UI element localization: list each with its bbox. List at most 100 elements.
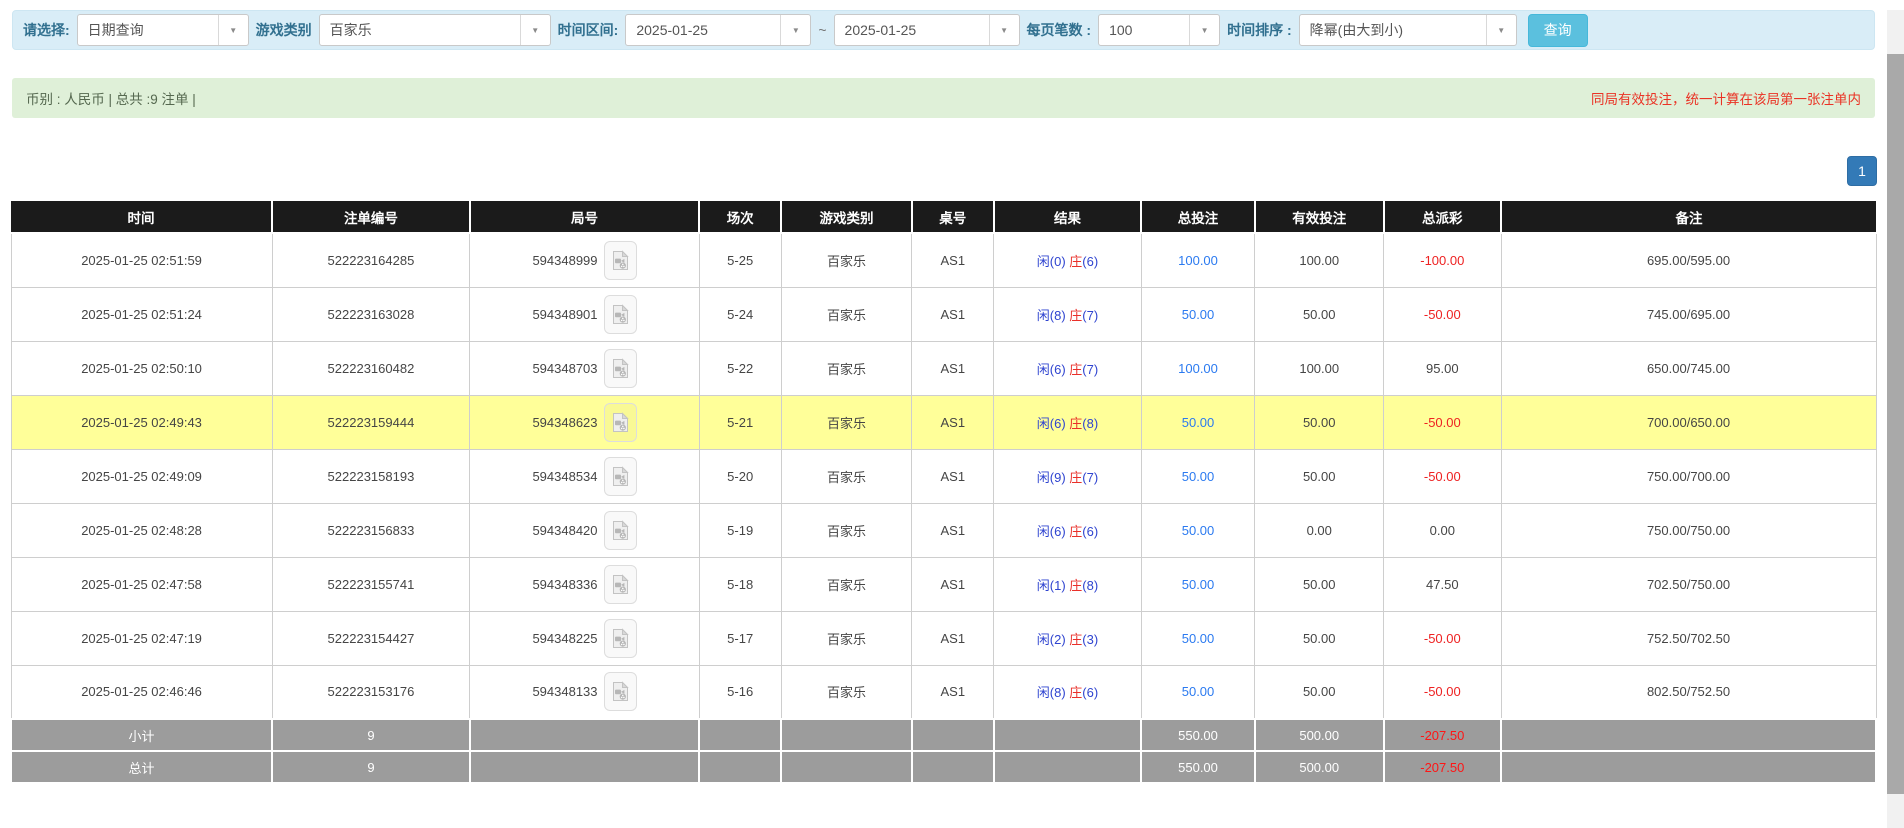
remark-cell: 745.00/695.00	[1500, 286, 1877, 342]
video-replay-button[interactable]	[603, 672, 637, 712]
remark-cell: 700.00/650.00	[1500, 394, 1877, 450]
footer-table-cell	[910, 750, 995, 784]
result-banker-points: (8)	[1082, 577, 1099, 593]
video-replay-icon	[612, 303, 629, 324]
chevron-down-icon	[1189, 15, 1219, 45]
game-category-value: 百家乐	[329, 22, 372, 38]
bet-id-cell: 522223160482	[271, 340, 471, 396]
table-id-cell: AS1	[911, 286, 995, 342]
bet-id-cell: 522223159444	[271, 394, 471, 450]
payout-cell: -100.00	[1383, 232, 1502, 288]
table-id-cell: AS1	[911, 448, 995, 504]
total-bet-link[interactable]: 50.00	[1182, 577, 1215, 592]
query-type-label: 请选择:	[23, 22, 70, 38]
remark-cell: 650.00/745.00	[1500, 340, 1877, 396]
total-bet-cell: 50.00	[1140, 664, 1256, 720]
total-bet-link[interactable]: 50.00	[1182, 469, 1215, 484]
game-category-label: 游戏类别	[255, 22, 312, 38]
search-button[interactable]: 查询	[1527, 13, 1588, 47]
round-id-value: 594348999	[532, 252, 598, 268]
video-replay-icon	[612, 357, 629, 378]
result-cell: 闲(1) 庄(8)	[993, 556, 1142, 612]
bet-time-cell: 2025-01-25 02:48:28	[10, 502, 273, 558]
result-banker: 庄	[1065, 523, 1083, 539]
result-cell: 闲(9) 庄(7)	[993, 448, 1142, 504]
round-id-group: 594348336	[470, 564, 698, 604]
bet-id-cell: 522223155741	[271, 556, 471, 612]
total-bet-cell: 100.00	[1140, 232, 1256, 288]
page-1-button[interactable]: 1	[1847, 156, 1877, 186]
round-id-cell: 594348420	[469, 502, 700, 558]
vertical-scrollbar[interactable]	[1887, 10, 1904, 828]
bet-id-cell: 522223154427	[271, 610, 471, 666]
video-replay-button[interactable]	[603, 510, 637, 550]
table-id-cell: AS1	[911, 610, 995, 666]
remark-cell: 802.50/752.50	[1500, 664, 1877, 720]
video-replay-icon	[612, 465, 629, 486]
bet-id-cell: 522223163028	[271, 286, 471, 342]
total-bet-cell: 100.00	[1140, 340, 1256, 396]
game-category-cell: 百家乐	[780, 448, 913, 504]
chevron-down-icon	[217, 15, 248, 45]
total-bet-link[interactable]: 50.00	[1182, 631, 1215, 646]
video-replay-button[interactable]	[603, 456, 637, 496]
footer-round-cell	[468, 718, 701, 752]
video-replay-button[interactable]	[603, 348, 637, 388]
result-cell: 闲(6) 庄(8)	[993, 394, 1142, 450]
total-bet-cell: 50.00	[1140, 556, 1256, 612]
total-bet-cell: 50.00	[1140, 448, 1256, 504]
game-category-cell: 百家乐	[780, 502, 913, 558]
payout-cell: -50.00	[1383, 610, 1502, 666]
time-sort-value: 降幂(由大到小)	[1309, 22, 1403, 38]
result-banker: 庄	[1065, 307, 1083, 323]
table-row: 2025-01-25 02:51:59 522223164285 594348999…	[10, 232, 1877, 288]
session-cell: 5-25	[698, 232, 782, 288]
total-bet-link[interactable]: 50.00	[1182, 684, 1215, 699]
session-cell: 5-19	[698, 502, 782, 558]
payout-cell: -50.00	[1383, 664, 1502, 720]
total-bet-link[interactable]: 50.00	[1182, 307, 1215, 322]
result-cell: 闲(6) 庄(6)	[993, 502, 1142, 558]
date-to-select[interactable]: 2025-01-25	[833, 14, 1020, 46]
payout-cell: 95.00	[1383, 340, 1502, 396]
round-id-group: 594348901	[470, 294, 698, 334]
valid-bet-cell: 50.00	[1254, 286, 1385, 342]
session-cell: 5-20	[698, 448, 782, 504]
total-bet-link[interactable]: 50.00	[1182, 415, 1215, 430]
video-replay-button[interactable]	[603, 564, 637, 604]
footer-remark-cell	[1500, 718, 1877, 752]
result-player: 闲(8)	[1036, 307, 1066, 323]
video-replay-icon	[612, 250, 629, 270]
table-row: 2025-01-25 02:46:46 522223153176 594348133…	[10, 664, 1877, 720]
page-content: 请选择: 日期查询 游戏类别 百家乐 时间区间: 2025-01-25 ~ 20…	[0, 10, 1887, 784]
video-replay-button[interactable]	[603, 294, 637, 334]
scrollbar-thumb[interactable]	[1887, 54, 1904, 794]
bet-id-cell: 522223156833	[271, 502, 471, 558]
time-sort-select[interactable]: 降幂(由大到小)	[1298, 14, 1517, 46]
total-bet-link[interactable]: 100.00	[1178, 361, 1218, 376]
result-cell: 闲(6) 庄(7)	[993, 340, 1142, 396]
video-replay-button[interactable]	[603, 402, 637, 442]
footer-valid-bet-cell: 500.00	[1253, 718, 1385, 752]
page-size-select[interactable]: 100	[1098, 14, 1221, 46]
column-header: 有效投注	[1254, 201, 1385, 234]
subtotal-row: 小计 9 550.00 500.00 -207.50	[9, 718, 1877, 752]
result-banker: 庄	[1065, 685, 1083, 701]
date-from-select[interactable]: 2025-01-25	[625, 14, 812, 46]
video-replay-button[interactable]	[603, 240, 637, 280]
chevron-down-icon	[988, 15, 1019, 45]
video-replay-button[interactable]	[603, 618, 637, 658]
query-type-select[interactable]: 日期查询	[76, 14, 249, 46]
total-bet-link[interactable]: 100.00	[1178, 253, 1218, 268]
game-category-select[interactable]: 百家乐	[318, 14, 551, 46]
round-id-cell: 594348703	[469, 340, 700, 396]
remark-cell: 752.50/702.50	[1500, 610, 1877, 666]
table-id-cell: AS1	[911, 232, 995, 288]
valid-bet-cell: 0.00	[1254, 502, 1385, 558]
total-bet-link[interactable]: 50.00	[1182, 523, 1215, 538]
grand-total-row: 总计 9 550.00 500.00 -207.50	[9, 750, 1877, 784]
valid-bet-cell: 50.00	[1254, 448, 1385, 504]
payout-cell: -50.00	[1383, 286, 1502, 342]
footer-table-cell	[910, 718, 995, 752]
bet-time-cell: 2025-01-25 02:49:43	[10, 394, 273, 450]
